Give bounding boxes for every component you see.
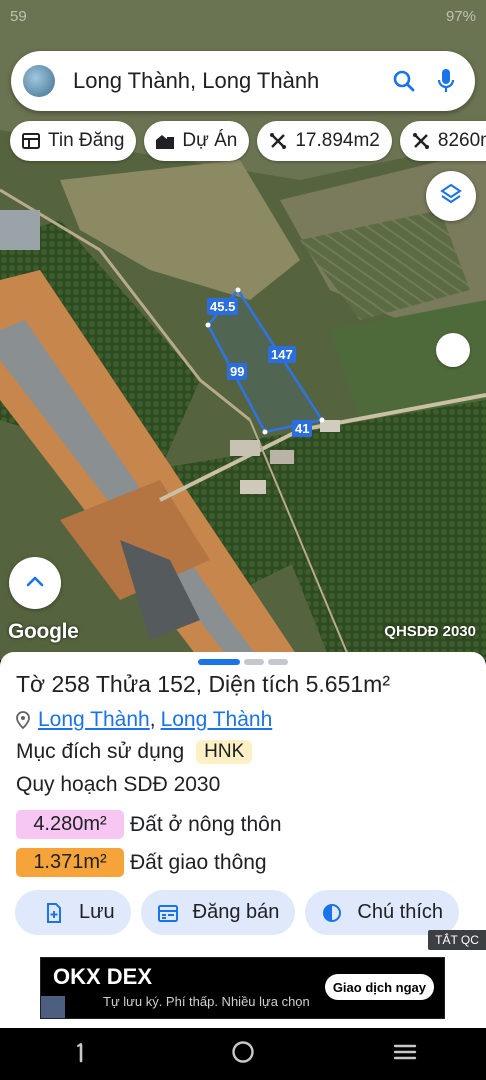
contrast-icon xyxy=(321,902,343,924)
system-nav-bar xyxy=(0,1028,486,1080)
sheet-page-dot xyxy=(268,659,288,665)
legend-button[interactable]: Chú thích xyxy=(305,890,459,935)
back-icon xyxy=(76,1041,86,1068)
purpose-label: Mục đích sử dụng xyxy=(16,740,185,763)
save-button-label: Lưu xyxy=(79,901,115,923)
ad-tagline: Tự lưu ký. Phí thấp. Nhiều lựa chọn xyxy=(103,994,310,1009)
plan-label: Quy hoạch SDĐ 2030 xyxy=(16,773,221,796)
chip-du-an[interactable]: Dự Án xyxy=(144,121,250,161)
plot-dimension-right: 147 xyxy=(268,346,296,363)
search-bar[interactable]: Long Thành, Long Thành xyxy=(11,51,475,111)
home-nav-button[interactable] xyxy=(223,1034,263,1074)
ad-brand: OKX DEX xyxy=(53,964,153,989)
post-for-sale-label: Đăng bán xyxy=(192,901,280,923)
zone-row: 4.280m² Đất ở nông thôn xyxy=(16,810,282,839)
back-nav-button[interactable] xyxy=(61,1034,101,1074)
zone-row: 1.371m² Đất giao thông xyxy=(16,848,267,877)
status-time: 59 xyxy=(10,8,27,25)
parcel-info-sheet[interactable]: Tờ 258 Thửa 152, Diện tích 5.651m² Long … xyxy=(0,652,486,1028)
ad-play-icon xyxy=(41,996,65,1018)
zone-area-badge: 1.371m² xyxy=(16,848,124,877)
ad-cta-button[interactable]: Giao dịch ngay xyxy=(324,974,434,1000)
chevron-up-icon xyxy=(26,574,44,592)
listing-icon xyxy=(20,130,42,152)
plot-dimension-top: 45.5 xyxy=(207,298,239,315)
measure-icon xyxy=(267,130,289,152)
action-buttons: Lưu Đăng bán Chú thích xyxy=(15,890,459,935)
zone-area-badge: 4.280m² xyxy=(16,810,124,839)
sheet-page-dot-active xyxy=(198,659,240,665)
home-circle-icon xyxy=(231,1040,255,1069)
chip-area-1[interactable]: 17.894m2 xyxy=(257,121,392,161)
parcel-location: Long Thành , Long Thành xyxy=(16,708,272,732)
chip-label: Dự Án xyxy=(182,130,238,151)
sheet-page-indicator[interactable] xyxy=(198,659,288,665)
legend-button-label: Chú thích xyxy=(357,901,443,923)
layers-icon xyxy=(439,182,463,211)
purpose-code-badge: HNK xyxy=(196,740,253,764)
microphone-icon[interactable] xyxy=(431,66,461,96)
google-logo: Google xyxy=(8,620,79,643)
ad-banner[interactable]: OKX DEX Tự lưu ký. Phí thấp. Nhiều lựa c… xyxy=(40,957,445,1019)
chip-label: Tin Đăng xyxy=(48,130,125,151)
plot-dimension-left: 99 xyxy=(227,363,248,380)
layers-button[interactable] xyxy=(426,171,476,221)
chip-label: 8260m2 xyxy=(437,130,486,151)
expand-up-button[interactable] xyxy=(9,557,61,609)
location-link-province[interactable]: Long Thành xyxy=(161,708,273,732)
hide-ads-button[interactable]: TẮT QC xyxy=(428,930,486,950)
zone-name: Đất ở nông thôn xyxy=(130,812,282,836)
parcel-title: Tờ 258 Thửa 152, Diện tích 5.651m² xyxy=(16,671,390,697)
status-bar: 59 97% xyxy=(10,8,476,28)
location-link-district[interactable]: Long Thành xyxy=(38,708,150,732)
search-icon[interactable] xyxy=(389,66,419,96)
recents-nav-button[interactable] xyxy=(385,1034,425,1074)
location-separator: , xyxy=(149,708,156,731)
chip-label: 17.894m2 xyxy=(295,130,380,151)
menu-lines-icon xyxy=(393,1042,417,1067)
avatar[interactable] xyxy=(23,65,55,97)
map-layer-tag: QHSDĐ 2030 xyxy=(384,623,476,640)
add-bookmark-icon xyxy=(43,902,65,924)
plot-dimension-bottom: 41 xyxy=(292,420,313,437)
map-control-dot[interactable] xyxy=(436,333,470,367)
post-for-sale-button[interactable]: Đăng bán xyxy=(140,890,296,935)
save-button[interactable]: Lưu xyxy=(15,890,131,935)
filter-chips: Tin Đăng Dự Án 17.894m2 8260m2 xyxy=(10,121,486,161)
building-icon xyxy=(154,130,176,152)
chip-area-2[interactable]: 8260m2 xyxy=(399,121,486,161)
search-query[interactable]: Long Thành, Long Thành xyxy=(73,68,377,94)
battery-level: 97% xyxy=(445,8,476,25)
sheet-page-dot xyxy=(244,659,264,665)
calendar-icon xyxy=(157,902,179,924)
map-view[interactable]: 59 97% 45.5 147 99 41 Long Thành, Long T… xyxy=(0,0,486,660)
land-use-purpose: Mục đích sử dụng HNK xyxy=(16,740,253,764)
measure-icon xyxy=(410,130,432,152)
location-pin-icon xyxy=(16,711,30,729)
chip-tin-dang[interactable]: Tin Đăng xyxy=(10,121,137,161)
zone-name: Đất giao thông xyxy=(130,850,267,874)
